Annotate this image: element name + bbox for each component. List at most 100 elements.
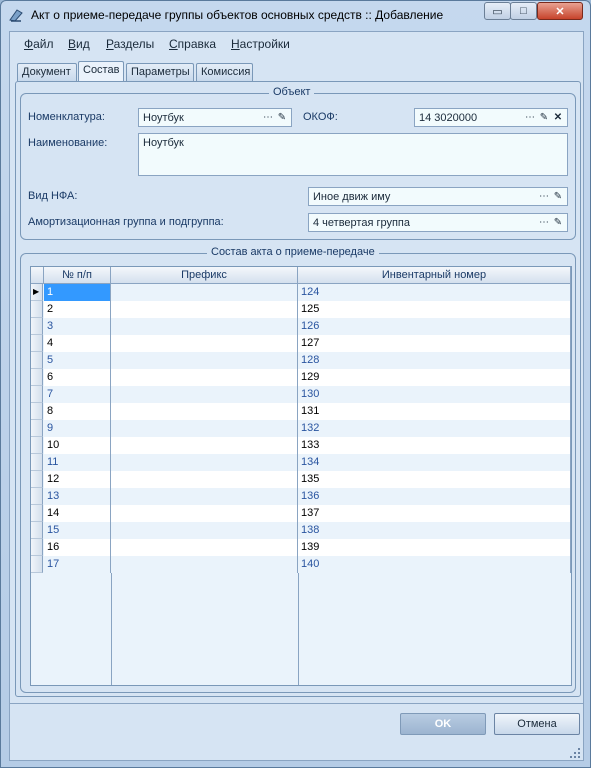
row-indicator[interactable] — [31, 420, 43, 437]
cell-prefix[interactable] — [111, 301, 298, 318]
cell-prefix[interactable] — [111, 556, 298, 573]
cell-inventory[interactable]: 137 — [298, 505, 571, 522]
cell-inventory[interactable]: 133 — [298, 437, 571, 454]
cell-number[interactable]: 13 — [44, 488, 111, 505]
row-indicator[interactable] — [31, 352, 43, 369]
cell-prefix[interactable] — [111, 454, 298, 471]
cell-inventory[interactable]: 125 — [298, 301, 571, 318]
row-indicator[interactable] — [31, 505, 43, 522]
row-indicator[interactable] — [31, 301, 43, 318]
cell-inventory[interactable]: 130 — [298, 386, 571, 403]
okof-pick-icon[interactable]: ✎ — [537, 110, 551, 125]
cell-number[interactable]: 9 — [44, 420, 111, 437]
table-row[interactable]: 12 135 — [31, 471, 571, 488]
table-row[interactable]: 8 131 — [31, 403, 571, 420]
cell-number[interactable]: 17 — [44, 556, 111, 573]
cell-inventory[interactable]: 135 — [298, 471, 571, 488]
cell-prefix[interactable] — [111, 369, 298, 386]
cancel-button[interactable]: Отмена — [494, 713, 580, 735]
nfa-field[interactable]: Иное движ иму ⋯ ✎ — [308, 187, 568, 206]
nomenclature-pick-icon[interactable]: ✎ — [275, 110, 289, 125]
cell-inventory[interactable]: 132 — [298, 420, 571, 437]
amort-pick-icon[interactable]: ✎ — [551, 215, 565, 230]
menu-sections[interactable]: Разделы — [106, 37, 154, 51]
table-row[interactable]: 9 132 — [31, 420, 571, 437]
tab-parameters[interactable]: Параметры — [126, 63, 194, 81]
grid-header-number[interactable]: № п/п — [44, 267, 111, 284]
nomenclature-ellipsis-icon[interactable]: ⋯ — [261, 110, 275, 125]
title-bar[interactable]: Акт о приеме-передаче группы объектов ос… — [1, 1, 590, 29]
table-row[interactable]: 11 134 — [31, 454, 571, 471]
cell-prefix[interactable] — [111, 522, 298, 539]
resize-grip-icon[interactable] — [569, 747, 581, 759]
tab-commission[interactable]: Комиссия — [196, 63, 253, 81]
cell-prefix[interactable] — [111, 318, 298, 335]
cell-inventory[interactable]: 129 — [298, 369, 571, 386]
cell-number[interactable]: 12 — [44, 471, 111, 488]
cell-inventory[interactable]: 136 — [298, 488, 571, 505]
cell-number[interactable]: 10 — [44, 437, 111, 454]
row-indicator[interactable] — [31, 386, 43, 403]
name-field[interactable]: Ноутбук — [138, 133, 568, 176]
cell-prefix[interactable] — [111, 505, 298, 522]
tab-document[interactable]: Документ — [17, 63, 77, 81]
menu-help[interactable]: Справка — [169, 37, 216, 51]
row-indicator[interactable] — [31, 335, 43, 352]
cell-inventory[interactable]: 134 — [298, 454, 571, 471]
table-row[interactable]: 3 126 — [31, 318, 571, 335]
row-indicator[interactable] — [31, 471, 43, 488]
grid-header-prefix[interactable]: Префикс — [111, 267, 298, 284]
okof-ellipsis-icon[interactable]: ⋯ — [523, 110, 537, 125]
table-row[interactable]: 7 130 — [31, 386, 571, 403]
cell-number[interactable]: 8 — [44, 403, 111, 420]
row-indicator[interactable] — [31, 369, 43, 386]
row-indicator[interactable]: ▶ — [31, 284, 43, 301]
row-indicator[interactable] — [31, 488, 43, 505]
cell-prefix[interactable] — [111, 437, 298, 454]
cell-prefix[interactable] — [111, 488, 298, 505]
close-button[interactable]: ✕ — [537, 2, 583, 20]
cell-inventory[interactable]: 127 — [298, 335, 571, 352]
cell-number[interactable]: 16 — [44, 539, 111, 556]
cell-number[interactable]: 14 — [44, 505, 111, 522]
table-row[interactable]: 16 139 — [31, 539, 571, 556]
table-row[interactable]: 14 137 — [31, 505, 571, 522]
cell-number[interactable]: 2 — [44, 301, 111, 318]
okof-field[interactable]: 14 3020000 ⋯ ✎ ✕ — [414, 108, 568, 127]
cell-number[interactable]: 1 — [44, 284, 111, 301]
row-indicator[interactable] — [31, 437, 43, 454]
menu-settings[interactable]: Настройки — [231, 37, 290, 51]
cell-prefix[interactable] — [111, 420, 298, 437]
row-indicator[interactable] — [31, 556, 43, 573]
cell-number[interactable]: 11 — [44, 454, 111, 471]
cell-prefix[interactable] — [111, 386, 298, 403]
table-row[interactable]: 6 129 — [31, 369, 571, 386]
cell-number[interactable]: 4 — [44, 335, 111, 352]
table-row[interactable]: 15 138 — [31, 522, 571, 539]
okof-clear-icon[interactable]: ✕ — [551, 110, 565, 125]
cell-number[interactable]: 7 — [44, 386, 111, 403]
nfa-ellipsis-icon[interactable]: ⋯ — [537, 189, 551, 204]
cell-prefix[interactable] — [111, 284, 298, 301]
cell-number[interactable]: 6 — [44, 369, 111, 386]
table-row[interactable]: 13 136 — [31, 488, 571, 505]
cell-inventory[interactable]: 124 — [298, 284, 571, 301]
row-indicator[interactable] — [31, 522, 43, 539]
cell-prefix[interactable] — [111, 352, 298, 369]
cell-prefix[interactable] — [111, 471, 298, 488]
amort-ellipsis-icon[interactable]: ⋯ — [537, 215, 551, 230]
cell-inventory[interactable]: 128 — [298, 352, 571, 369]
nfa-pick-icon[interactable]: ✎ — [551, 189, 565, 204]
table-row[interactable]: ▶ 1 124 — [31, 284, 571, 301]
menu-view[interactable]: Вид — [68, 37, 90, 51]
table-row[interactable]: 4 127 — [31, 335, 571, 352]
row-indicator[interactable] — [31, 318, 43, 335]
cell-inventory[interactable]: 139 — [298, 539, 571, 556]
table-row[interactable]: 2 125 — [31, 301, 571, 318]
ok-button[interactable]: OK — [400, 713, 486, 735]
cell-inventory[interactable]: 138 — [298, 522, 571, 539]
cell-prefix[interactable] — [111, 539, 298, 556]
cell-number[interactable]: 15 — [44, 522, 111, 539]
row-indicator[interactable] — [31, 454, 43, 471]
row-indicator[interactable] — [31, 539, 43, 556]
